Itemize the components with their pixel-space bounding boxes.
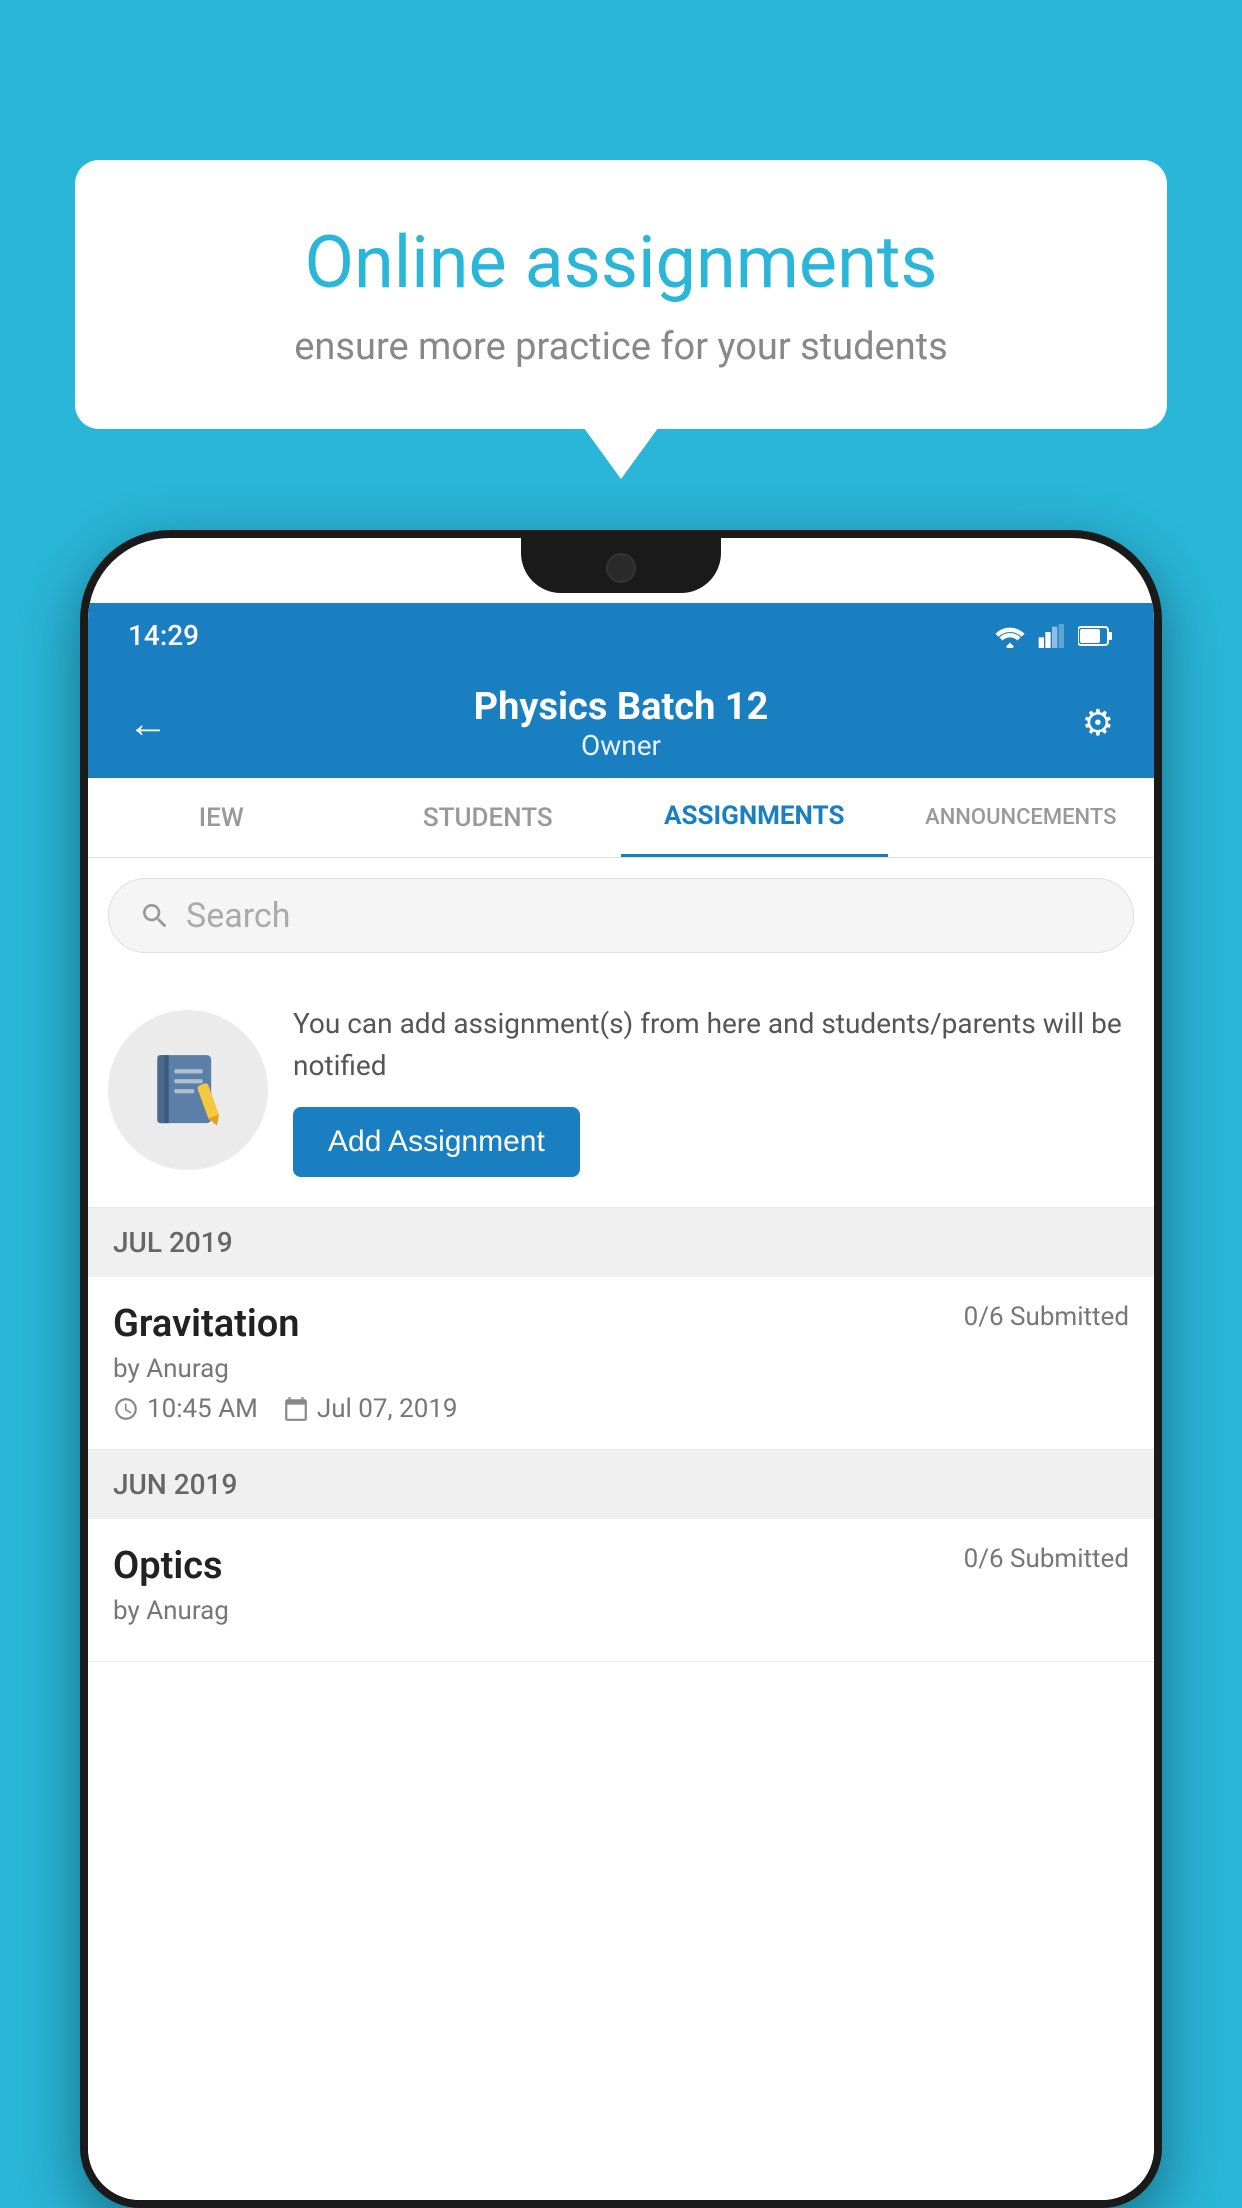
submitted-count-gravitation: 0/6 Submitted [964,1302,1129,1332]
search-icon [139,900,171,932]
tab-iew[interactable]: IEW [88,778,355,857]
phone-notch [521,538,721,593]
status-time: 14:29 [128,619,199,652]
assignment-by-gravitation: by Anurag [113,1354,1129,1384]
assignment-by-optics: by Anurag [113,1596,1129,1626]
assignment-name-optics: Optics [113,1544,223,1588]
status-bar: 14:29 [88,603,1154,668]
phone-frame: 14:29 [80,530,1162,2208]
tab-assignments[interactable]: ASSIGNMENTS [621,778,888,857]
settings-button[interactable]: ⚙ [1082,702,1114,744]
status-icons [994,624,1114,648]
camera-icon [606,553,636,583]
phone-inner: 14:29 [88,538,1154,2200]
assignment-meta-gravitation: 10:45 AM Jul 07, 2019 [113,1394,1129,1424]
header-center: Physics Batch 12 Owner [474,685,769,762]
search-placeholder-text: Search [186,896,290,936]
assignment-item-optics[interactable]: Optics 0/6 Submitted by Anurag [88,1519,1154,1662]
header-title: Physics Batch 12 [474,685,769,729]
promo-title: Online assignments [145,220,1097,305]
notebook-icon [146,1048,231,1133]
section-jul-2019: JUL 2019 [88,1208,1154,1277]
submitted-count-optics: 0/6 Submitted [964,1544,1129,1574]
assignment-item-top-optics: Optics 0/6 Submitted [113,1544,1129,1588]
assignment-icon-circle [108,1010,268,1170]
back-button[interactable]: ← [128,700,168,747]
battery-icon [1078,625,1114,647]
calendar-icon [283,1396,309,1422]
tab-bar: IEW STUDENTS ASSIGNMENTS ANNOUNCEMENTS [88,778,1154,858]
phone-screen: 14:29 [88,603,1154,2200]
section-jun-2019: JUN 2019 [88,1450,1154,1519]
app-header: ← Physics Batch 12 Owner ⚙ [88,668,1154,778]
clock-icon [113,1396,139,1422]
promo-card: Online assignments ensure more practice … [75,160,1167,429]
time-value-gravitation: 10:45 AM [147,1394,258,1424]
header-subtitle: Owner [474,729,769,762]
meta-date-gravitation: Jul 07, 2019 [283,1394,458,1424]
tab-announcements[interactable]: ANNOUNCEMENTS [888,778,1155,857]
signal-icon [1038,624,1066,648]
assignment-item-top: Gravitation 0/6 Submitted [113,1302,1129,1346]
search-bar[interactable]: Search [108,878,1134,953]
assignment-description: You can add assignment(s) from here and … [293,1003,1134,1087]
meta-time-gravitation: 10:45 AM [113,1394,258,1424]
promo-subtitle: ensure more practice for your students [145,325,1097,369]
screen-content: Search [88,858,1154,2200]
add-assignment-section: You can add assignment(s) from here and … [88,973,1154,1208]
assignment-item-gravitation[interactable]: Gravitation 0/6 Submitted by Anurag 10:4… [88,1277,1154,1450]
assignment-text-area: You can add assignment(s) from here and … [293,1003,1134,1177]
assignment-name-gravitation: Gravitation [113,1302,300,1346]
wifi-icon [994,624,1026,648]
tab-students[interactable]: STUDENTS [355,778,622,857]
date-value-gravitation: Jul 07, 2019 [317,1394,458,1424]
add-assignment-button[interactable]: Add Assignment [293,1107,580,1177]
